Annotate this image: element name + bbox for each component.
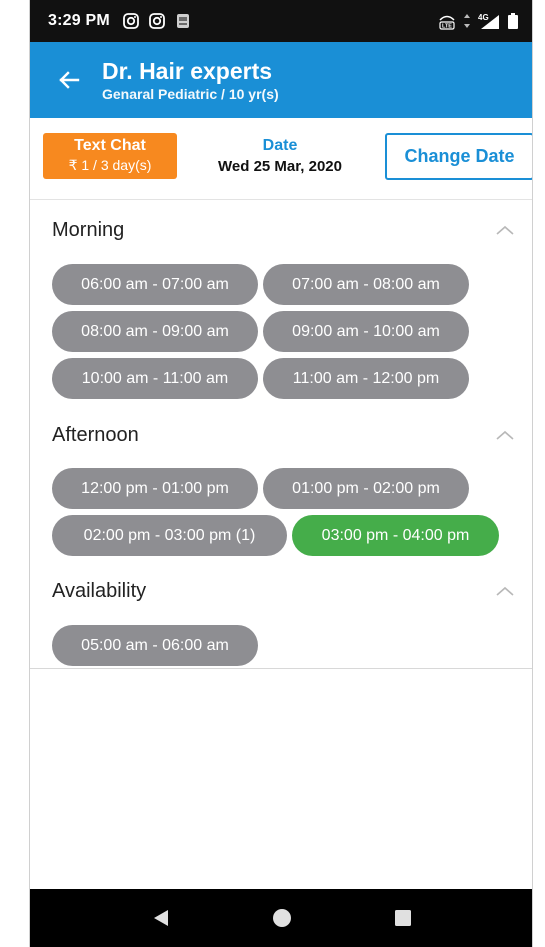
nav-back-button[interactable]: [141, 898, 181, 938]
status-time: 3:29 PM: [48, 12, 110, 29]
section-header-morning[interactable]: Morning: [30, 201, 533, 259]
device-frame-edge: [532, 0, 533, 947]
nav-recents-button[interactable]: [383, 898, 423, 938]
nav-home-button[interactable]: [262, 898, 302, 938]
date-label: Date: [262, 137, 298, 154]
status-bar: 3:29 PM LTE 4G: [30, 0, 533, 42]
section-title: Afternoon: [52, 423, 139, 446]
section-title: Availability: [52, 579, 147, 602]
back-triangle-icon: [153, 910, 168, 926]
time-slot[interactable]: 07:00 am - 08:00 am: [263, 264, 469, 305]
section-title: Morning: [52, 218, 125, 241]
consultation-price: ₹ 1 / 3 day(s): [68, 157, 152, 173]
section-header-availability[interactable]: Availability: [30, 562, 533, 620]
app-bar: Dr. Hair experts Genaral Pediatric / 10 …: [30, 42, 533, 118]
recents-square-icon: [394, 910, 411, 926]
consultation-info-row: Text Chat ₹ 1 / 3 day(s) Date Wed 25 Mar…: [30, 118, 533, 200]
data-arrows-icon: [464, 14, 470, 28]
app-notification-icon: [176, 14, 189, 28]
4g-signal-icon: 4G: [478, 13, 499, 29]
instagram-icon: [148, 13, 165, 29]
time-slot[interactable]: 02:00 pm - 03:00 pm (1): [52, 515, 287, 556]
date-value: Wed 25 Mar, 2020: [218, 158, 342, 175]
system-nav-bar: [30, 889, 533, 947]
time-slot[interactable]: 05:00 am - 06:00 am: [52, 625, 258, 666]
instagram-icon: [122, 13, 139, 29]
time-slot[interactable]: 08:00 am - 09:00 am: [52, 311, 258, 352]
doctor-specialty: Genaral Pediatric / 10 yr(s): [102, 86, 279, 102]
chevron-up-icon: [495, 220, 515, 240]
consultation-type: Text Chat: [74, 137, 146, 154]
time-slot[interactable]: 01:00 pm - 02:00 pm: [263, 468, 469, 509]
device-frame-left: [0, 0, 30, 947]
volte-icon: LTE: [439, 15, 455, 30]
consultation-type-badge: Text Chat ₹ 1 / 3 day(s): [43, 133, 177, 179]
divider: [30, 668, 533, 669]
time-slot[interactable]: 10:00 am - 11:00 am: [52, 358, 258, 399]
change-date-button[interactable]: Change Date: [385, 133, 533, 180]
svg-text:4G: 4G: [478, 13, 489, 22]
phone-screen: 3:29 PM LTE 4G Dr. Hair experts Genaral …: [30, 0, 533, 947]
svg-text:LTE: LTE: [442, 24, 452, 30]
time-slot[interactable]: 11:00 am - 12:00 pm: [263, 358, 469, 399]
time-slot[interactable]: 09:00 am - 10:00 am: [263, 311, 469, 352]
doctor-header: Dr. Hair experts Genaral Pediatric / 10 …: [102, 57, 279, 103]
status-icons-right: LTE 4G: [437, 12, 519, 30]
chevron-up-icon: [495, 425, 515, 445]
time-slot-selected[interactable]: 03:00 pm - 04:00 pm: [292, 515, 499, 556]
selected-date-block: Date Wed 25 Mar, 2020: [190, 136, 370, 177]
status-icons-left: [122, 12, 192, 30]
home-circle-icon: [272, 909, 291, 927]
time-slot[interactable]: 06:00 am - 07:00 am: [52, 264, 258, 305]
back-button[interactable]: [36, 42, 102, 118]
arrow-left-icon: [59, 71, 80, 89]
section-header-afternoon[interactable]: Afternoon: [30, 406, 533, 464]
doctor-name: Dr. Hair experts: [102, 58, 273, 84]
battery-icon: [508, 13, 518, 29]
time-slot[interactable]: 12:00 pm - 01:00 pm: [52, 468, 258, 509]
chevron-up-icon: [495, 581, 515, 601]
